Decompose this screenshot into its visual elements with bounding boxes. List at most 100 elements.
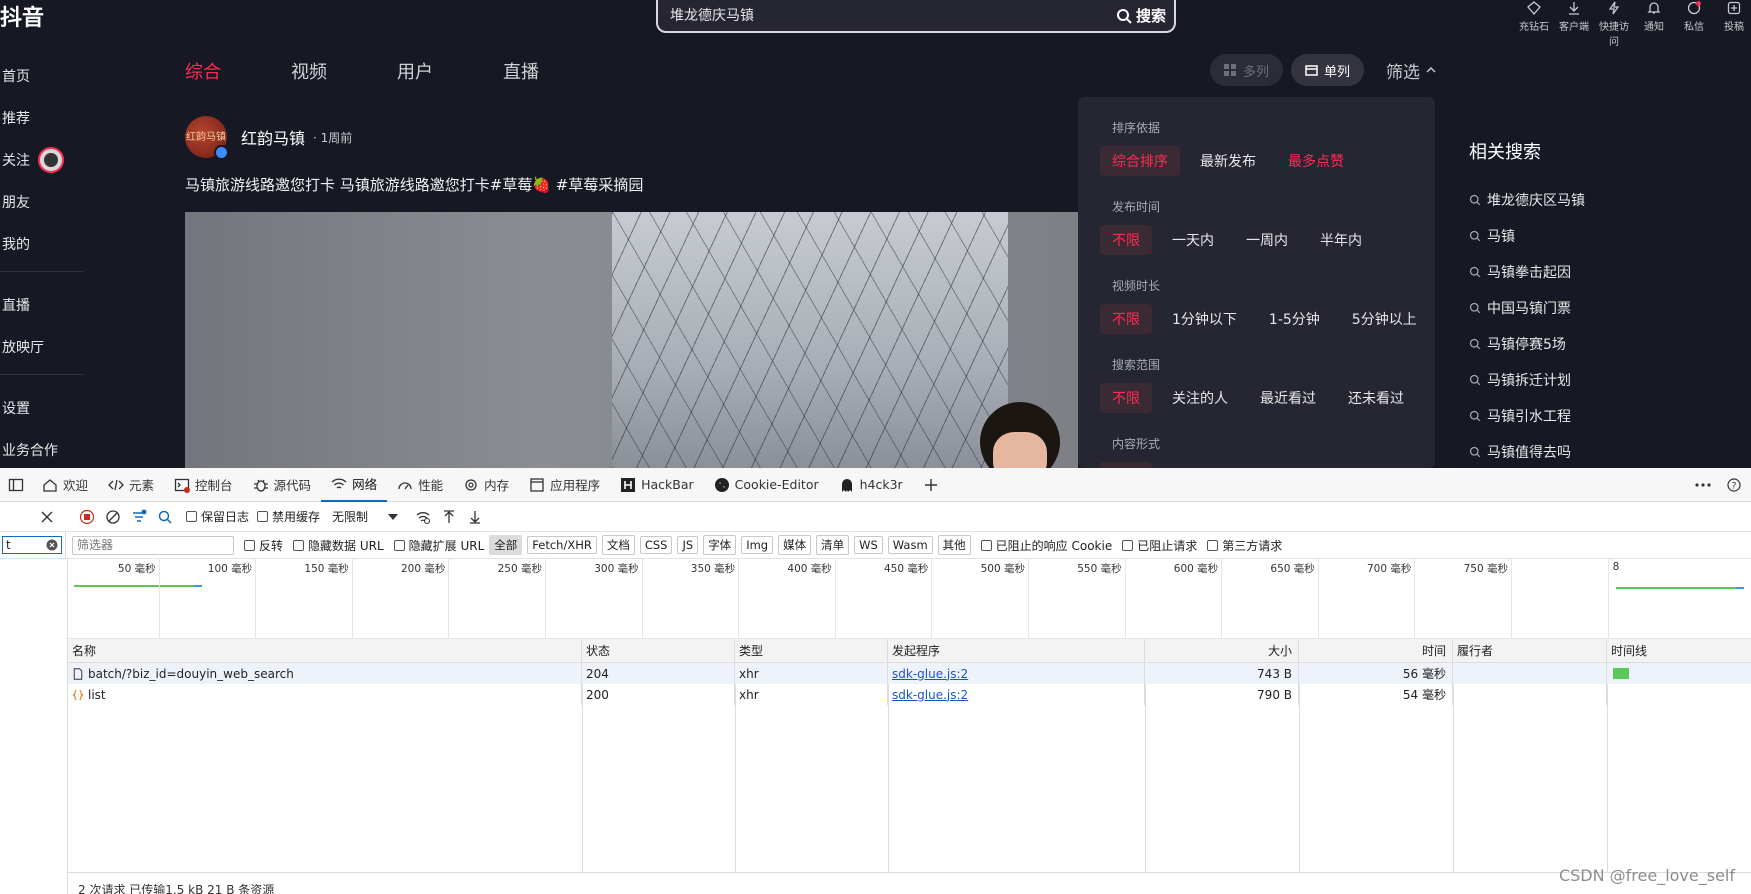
top-icon-quick[interactable]: 快捷访问 [1597,0,1631,48]
sidebar-item-follow[interactable]: 关注 [0,139,84,181]
devtools-tab[interactable]: h4ck3r [829,468,913,502]
column-header[interactable]: 名称 [68,639,582,662]
filter-option[interactable]: 半年内 [1308,225,1374,255]
clear-input-icon[interactable] [46,539,58,551]
filter-input[interactable] [72,535,234,555]
filter-option[interactable]: 还未看过 [1336,383,1416,413]
table-row[interactable]: batch/?biz_id=douyin_web_search 204 xhr sdk… [68,663,1751,684]
devtools-tab[interactable]: 应用程序 [519,468,610,502]
resource-type-chip[interactable]: Wasm [887,536,933,554]
column-header[interactable]: 类型 [735,639,888,662]
network-conditions-button[interactable] [410,504,436,530]
filter-checkbox[interactable]: 隐藏数据 URL [293,537,384,554]
post-author[interactable]: 红韵马镇 [241,125,305,149]
sidebar-item-friends[interactable]: 朋友 [0,181,84,223]
tab-user[interactable]: 用户 [397,58,433,84]
top-icon-message[interactable]: 私信 [1677,0,1711,48]
filter-checkbox[interactable]: 第三方请求 [1207,537,1282,554]
related-search-item[interactable]: 马镇值得去吗 [1469,434,1739,468]
resource-type-chip[interactable]: JS [677,536,699,554]
export-har-button[interactable] [462,504,488,530]
top-icon-diamond[interactable]: 充钻石 [1517,0,1551,48]
column-header[interactable]: 发起程序 [888,639,1145,662]
filter-option[interactable]: 一天内 [1160,225,1226,255]
search-box[interactable]: 搜索 [656,0,1176,33]
sidebar-item-home[interactable]: 首页 [0,55,84,97]
sidebar-item-live[interactable]: 直播 [0,284,84,326]
column-header[interactable]: 时间线 [1607,639,1751,662]
filter-option[interactable]: 最近看过 [1248,383,1328,413]
resource-type-chip[interactable]: WS [854,536,883,554]
filter-option[interactable]: 不限 [1100,225,1152,255]
resource-type-chip[interactable]: 全部 [489,535,523,555]
multi-column-button[interactable]: 多列 [1210,54,1284,86]
filter-checkbox[interactable]: 隐藏扩展 URL [393,537,484,554]
author-avatar[interactable]: 红韵马镇 [185,116,229,160]
clear-button[interactable] [100,504,126,530]
filter-option[interactable]: 关注的人 [1160,383,1240,413]
related-search-item[interactable]: 马镇拆迁计划 [1469,362,1739,398]
throttle-select[interactable]: 无限制 [332,508,399,525]
column-header[interactable]: 履行者 [1453,639,1607,662]
filter-option[interactable]: 一周内 [1234,225,1300,255]
top-icon-upload[interactable]: 投稿 [1717,0,1751,48]
top-icon-notify[interactable]: 通知 [1637,0,1671,48]
devtools-tab[interactable]: 内存 [453,468,519,502]
filter-checkbox[interactable]: 反转 [244,537,283,554]
related-search-item[interactable]: 马镇拳击起因 [1469,254,1739,290]
filter-option[interactable]: 1分钟以下 [1160,304,1249,334]
tab-all[interactable]: 综合 [185,58,221,84]
devtools-tab[interactable]: 元素 [98,468,164,502]
add-tab-button[interactable] [913,468,949,502]
sidebar-item-mine[interactable]: 我的 [0,223,84,265]
resource-type-chip[interactable]: 媒体 [778,535,812,555]
filter-checkbox[interactable]: 已阻止请求 [1122,537,1197,554]
resource-type-chip[interactable]: 清单 [816,535,850,555]
sidebar-item-settings[interactable]: 设置 [0,387,84,429]
resource-type-chip[interactable]: Img [741,536,774,554]
post-video[interactable] [185,212,1078,468]
devtools-tab[interactable]: 源代码 [243,468,322,502]
devtools-tab[interactable]: Cookie-Editor [704,468,829,502]
douyin-logo[interactable]: 抖音 [0,0,44,32]
related-search-item[interactable]: 堆龙德庆区马镇 [1469,182,1739,218]
more-options-icon[interactable] [1695,483,1711,487]
resource-type-chip[interactable]: CSS [639,536,673,554]
single-column-button[interactable]: 单列 [1291,54,1365,86]
filter-toggle-button[interactable] [126,504,152,530]
preserve-log-checkbox[interactable]: 保留日志 [186,508,249,525]
disable-cache-checkbox[interactable]: 禁用缓存 [257,508,320,525]
related-search-item[interactable]: 马镇引水工程 [1469,398,1739,434]
search-button[interactable]: 搜索 [1116,5,1166,26]
sidebar-item-business[interactable]: 业务合作 [0,429,84,468]
devtools-tab[interactable]: 控制台 [164,468,243,502]
help-icon[interactable]: ? [1727,478,1741,492]
top-icon-download[interactable]: 客户端 [1557,0,1591,48]
related-search-item[interactable]: 马镇停赛5场 [1469,326,1739,362]
resource-type-chip[interactable]: 文档 [601,535,635,555]
initiator-link[interactable]: sdk-glue.js:2 [892,688,968,702]
filter-option[interactable]: 5分钟以上 [1340,304,1429,334]
tab-live[interactable]: 直播 [503,58,539,84]
column-header[interactable]: 状态 [582,639,735,662]
devtools-tab[interactable]: 欢迎 [32,468,98,502]
filter-option[interactable]: 不限 [1100,304,1152,334]
drawer-filter-input[interactable]: t [2,536,62,554]
sidebar-item-cinema[interactable]: 放映厅 [0,326,84,368]
resource-type-chip[interactable]: 字体 [703,535,737,555]
filter-checkbox[interactable]: 已阻止的响应 Cookie [980,537,1112,554]
filter-toggle[interactable]: 筛选 [1386,58,1436,83]
filter-option[interactable]: 不限 [1100,383,1152,413]
related-search-item[interactable]: 马镇 [1469,218,1739,254]
tab-video[interactable]: 视频 [291,58,327,84]
resource-type-chip[interactable]: 其他 [937,535,971,555]
table-row[interactable]: list 200 xhr sdk-glue.js:2 790 B 54 毫秒 [68,684,1751,705]
import-har-button[interactable] [436,504,462,530]
initiator-link[interactable]: sdk-glue.js:2 [892,667,968,681]
record-button[interactable] [74,504,100,530]
devtools-tab[interactable]: 网络 [321,468,388,502]
resource-type-chip[interactable]: Fetch/XHR [527,536,597,554]
search-button[interactable] [152,504,178,530]
search-input[interactable] [670,7,1070,23]
toggle-sidebar-button[interactable] [0,468,32,502]
